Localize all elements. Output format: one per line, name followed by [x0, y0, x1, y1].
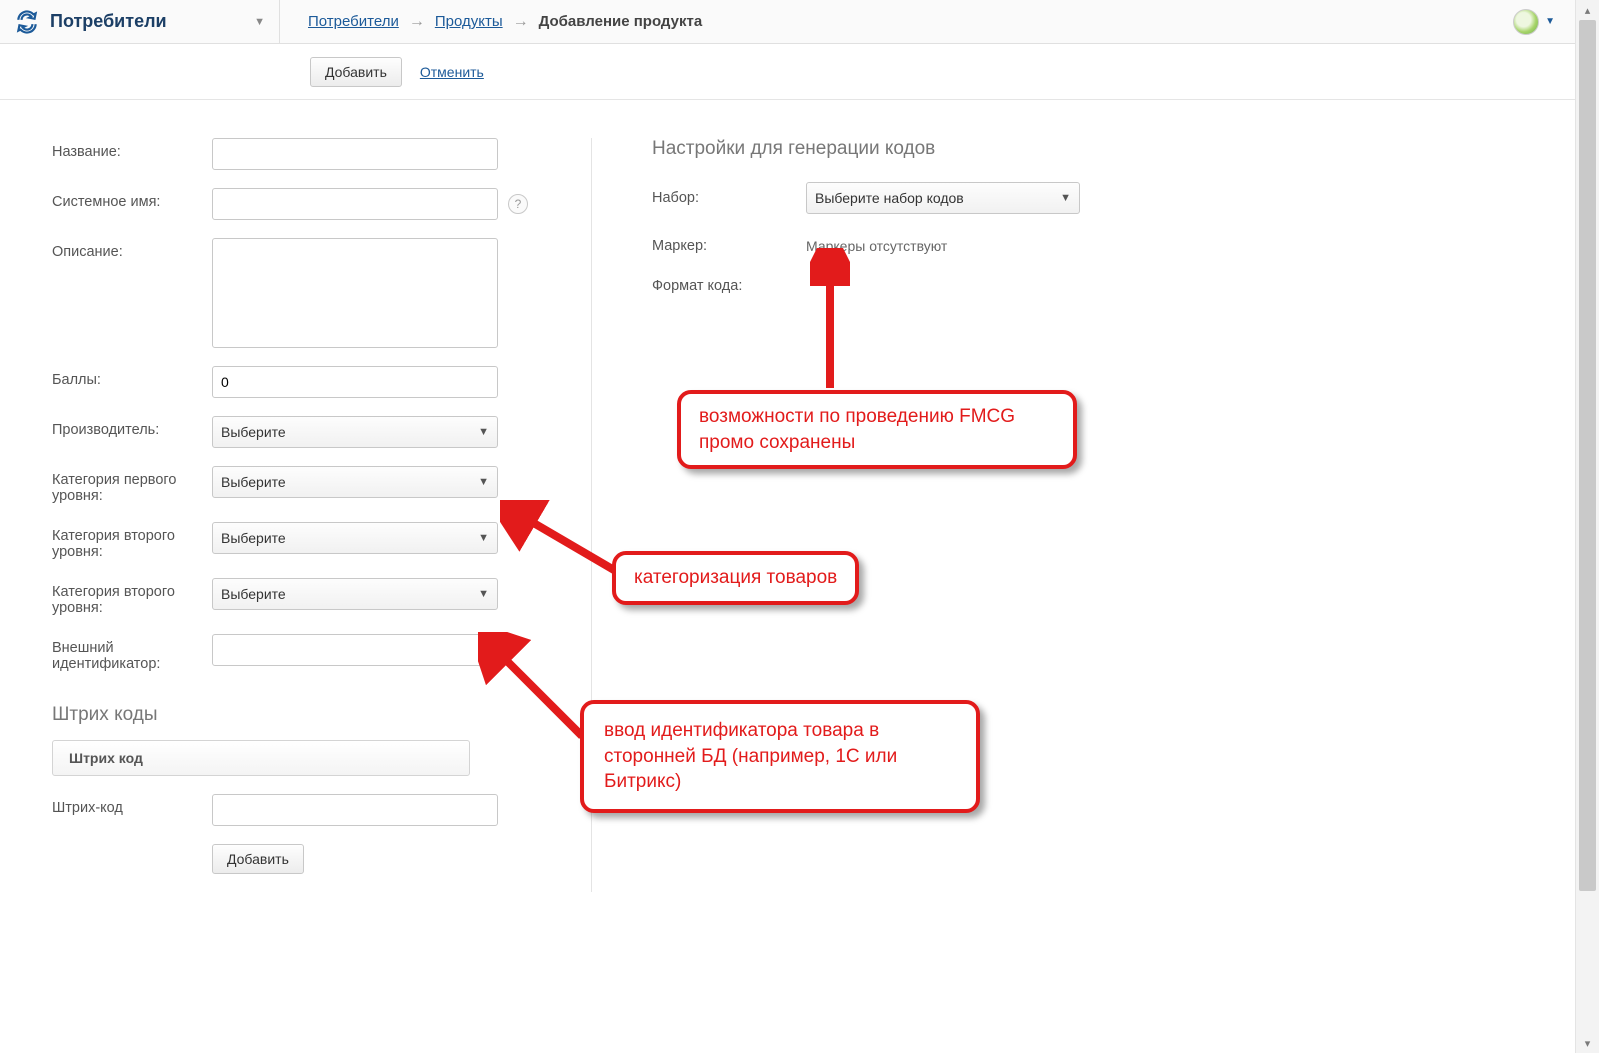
add-button[interactable]: Добавить [310, 57, 402, 87]
chevron-down-icon: ▼ [478, 532, 489, 544]
cat2-label: Категория второго уровня: [52, 522, 212, 560]
arrow-right-icon: → [513, 13, 529, 31]
scroll-down-icon[interactable]: ▾ [1576, 1033, 1599, 1053]
chevron-down-icon: ▼ [1541, 16, 1559, 27]
breadcrumb-current: Добавление продукта [539, 13, 703, 30]
chevron-down-icon: ▼ [478, 426, 489, 438]
points-input[interactable] [212, 366, 498, 398]
avatar [1513, 9, 1539, 35]
extid-input[interactable] [212, 634, 498, 666]
sysname-input[interactable] [212, 188, 498, 220]
barcode-input[interactable] [212, 794, 498, 826]
breadcrumb: Потребители → Продукты → Добавление прод… [280, 13, 702, 31]
codeset-value: Выберите набор кодов [815, 190, 964, 206]
cat1-value: Выберите [221, 474, 286, 490]
breadcrumb-link-0[interactable]: Потребители [308, 13, 399, 30]
chevron-down-icon: ▼ [1060, 192, 1071, 204]
breadcrumb-link-1[interactable]: Продукты [435, 13, 503, 30]
marker-label: Маркер: [652, 238, 806, 254]
cat3-value: Выберите [221, 586, 286, 602]
name-input[interactable] [212, 138, 498, 170]
cat1-label: Категория первого уровня: [52, 466, 212, 504]
annotation-callout-1: возможности по проведению FMCG промо сох… [677, 390, 1077, 469]
desc-input[interactable] [212, 238, 498, 348]
points-label: Баллы: [52, 366, 212, 388]
user-menu[interactable]: ▼ [1513, 9, 1565, 35]
arrow-right-icon: → [409, 13, 425, 31]
scrollbar-thumb[interactable] [1579, 20, 1596, 891]
name-label: Название: [52, 138, 212, 160]
barcode-field-label: Штрих-код [52, 794, 212, 816]
cat1-select[interactable]: Выберите ▼ [212, 466, 498, 498]
logo-icon [14, 9, 40, 35]
marker-value: Маркеры отсутствуют [806, 238, 947, 254]
form-left-column: Название: Системное имя: ? Описание: [52, 138, 592, 892]
cat3-label: Категория второго уровня: [52, 578, 212, 616]
annotation-callout-3: ввод идентификатора товара в сторонней Б… [580, 700, 980, 813]
cancel-link[interactable]: Отменить [420, 64, 484, 80]
annotation-callout-2: категоризация товаров [612, 551, 859, 605]
barcode-tab[interactable]: Штрих код [52, 740, 470, 776]
sysname-label: Системное имя: [52, 188, 212, 210]
site-name: Потребители [50, 11, 167, 32]
manufacturer-select[interactable]: Выберите ▼ [212, 416, 498, 448]
barcode-section-title: Штрих коды [52, 704, 547, 726]
scroll-up-icon[interactable]: ▴ [1576, 0, 1599, 20]
actionbar: Добавить Отменить [0, 44, 1575, 100]
chevron-down-icon: ▼ [254, 16, 265, 28]
help-icon[interactable]: ? [508, 194, 528, 214]
barcode-add-button[interactable]: Добавить [212, 844, 304, 874]
barcode-tab-label: Штрих код [69, 750, 143, 766]
codeset-select[interactable]: Выберите набор кодов ▼ [806, 182, 1080, 214]
desc-label: Описание: [52, 238, 212, 260]
cat3-select[interactable]: Выберите ▼ [212, 578, 498, 610]
cat2-select[interactable]: Выберите ▼ [212, 522, 498, 554]
cat2-value: Выберите [221, 530, 286, 546]
manufacturer-value: Выберите [221, 424, 286, 440]
set-label: Набор: [652, 190, 806, 206]
chevron-down-icon: ▼ [478, 588, 489, 600]
extid-label: Внешний идентификатор: [52, 634, 212, 672]
window-scrollbar[interactable]: ▴ ▾ [1575, 0, 1599, 1053]
topbar: Потребители ▼ Потребители → Продукты → Д… [0, 0, 1575, 44]
codegen-panel: Настройки для генерации кодов Набор: Выб… [592, 138, 1112, 318]
chevron-down-icon: ▼ [478, 476, 489, 488]
manufacturer-label: Производитель: [52, 416, 212, 438]
site-switch[interactable]: Потребители ▼ [0, 0, 280, 43]
codegen-title: Настройки для генерации кодов [652, 138, 1112, 160]
format-label: Формат кода: [652, 278, 806, 294]
